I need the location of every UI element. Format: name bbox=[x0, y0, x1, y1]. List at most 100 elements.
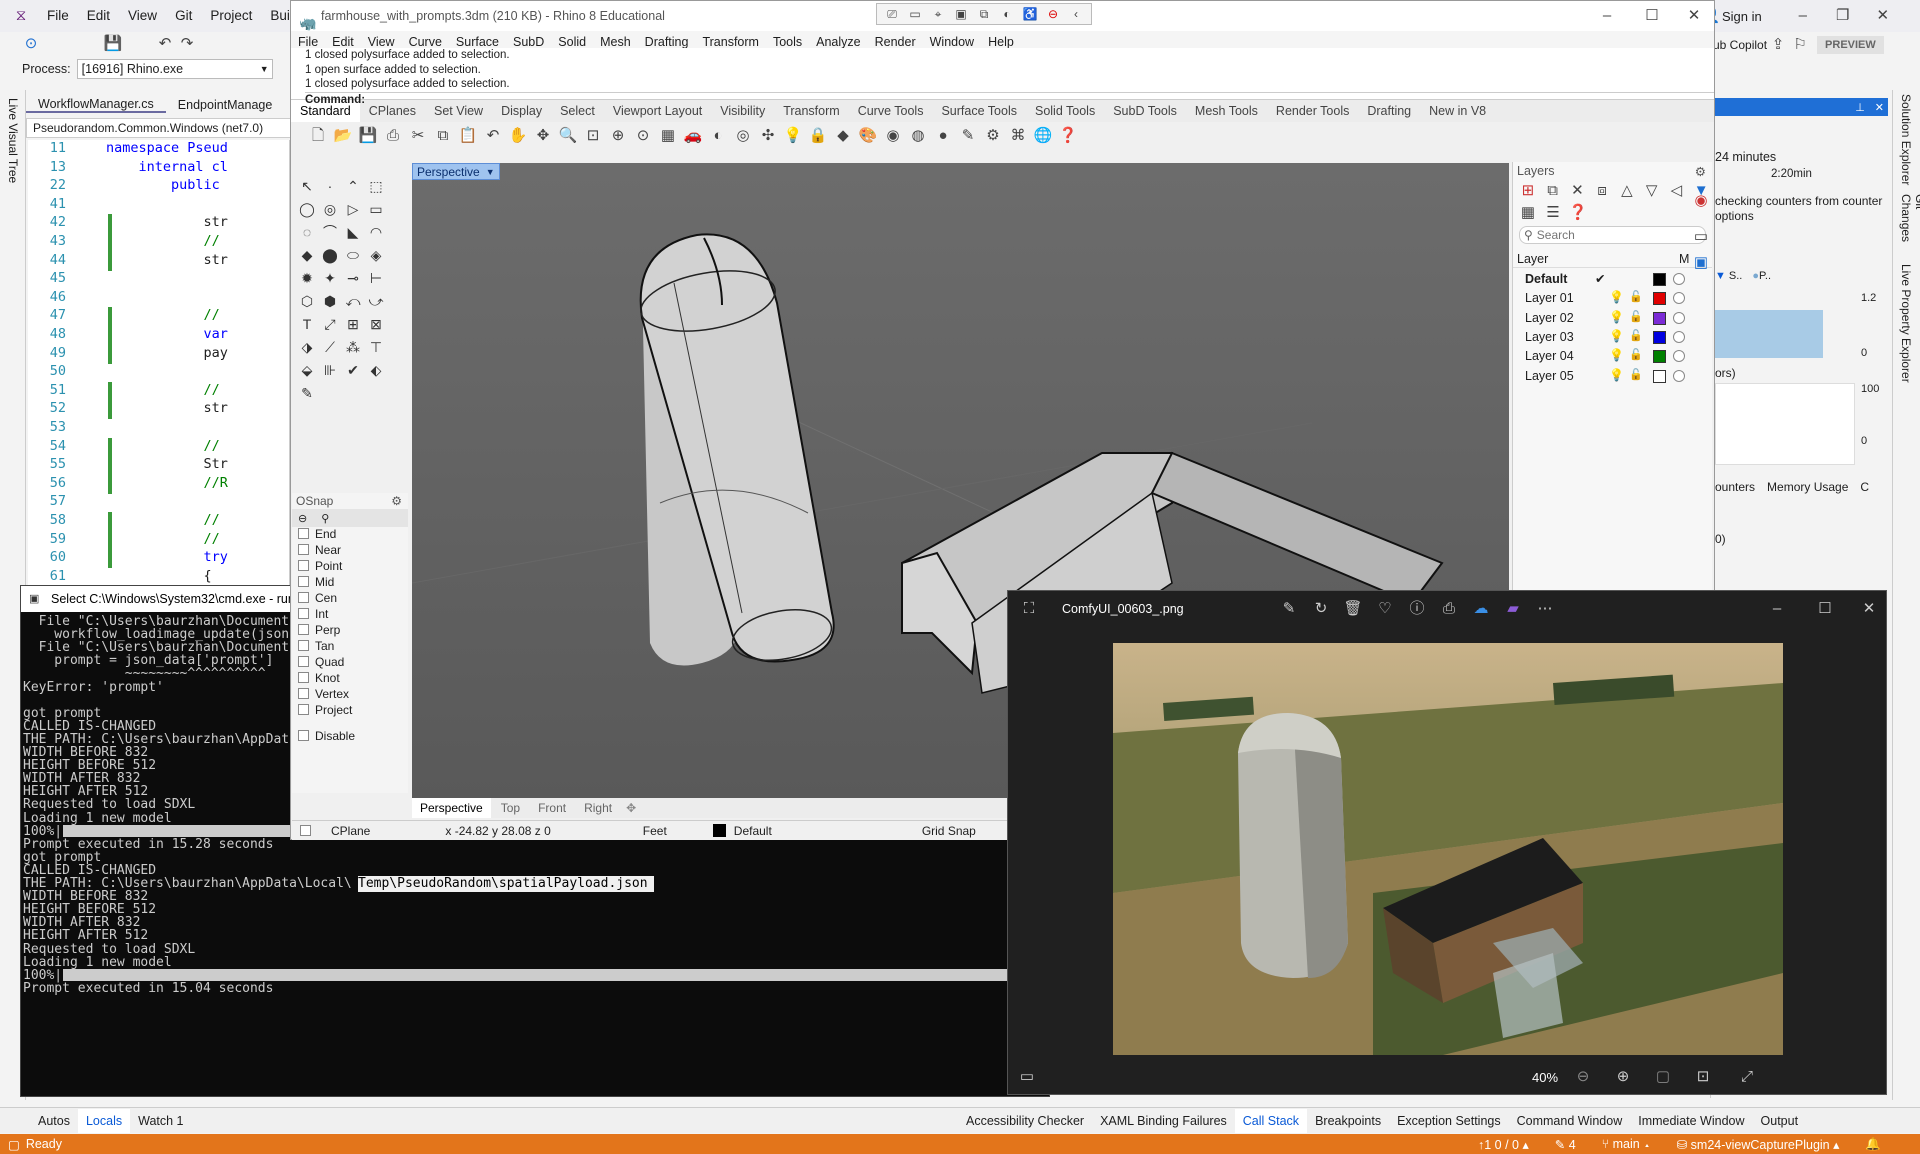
mirror-tool-icon[interactable]: ⬗ bbox=[296, 336, 318, 358]
sign-in-link[interactable]: Sign in bbox=[1722, 9, 1762, 24]
solid-tool-icon[interactable]: ◈ bbox=[365, 244, 387, 266]
info-icon[interactable]: ⓘ bbox=[1406, 598, 1428, 620]
photos-maximize-icon[interactable]: ☐ bbox=[1814, 598, 1836, 620]
process-select[interactable]: [16916] Rhino.exe ▼ bbox=[76, 59, 273, 79]
light-icon[interactable]: 💡 bbox=[782, 125, 804, 147]
live-property-explorer-tab[interactable]: Live Property Explorer bbox=[1899, 264, 1913, 383]
pencil-icon[interactable]: ✎ bbox=[957, 125, 979, 147]
favorite-icon[interactable]: ♡ bbox=[1374, 598, 1396, 620]
tab-exception-settings[interactable]: Exception Settings bbox=[1389, 1109, 1509, 1133]
checkbox[interactable] bbox=[298, 608, 309, 619]
code-line[interactable]: 52 str bbox=[24, 400, 228, 420]
lock-icon[interactable]: 🔓 bbox=[1629, 348, 1643, 361]
hide-icon[interactable]: ◎ bbox=[732, 125, 754, 147]
project-context-dropdown[interactable]: Pseudorandom.Common.Windows (net7.0) bbox=[33, 121, 263, 135]
script-icon[interactable]: ⌘ bbox=[1007, 125, 1029, 147]
move-parent-icon[interactable]: ◁ bbox=[1666, 180, 1688, 202]
material-circle-icon[interactable] bbox=[1673, 273, 1685, 285]
display-icon[interactable]: ▭ bbox=[1690, 226, 1712, 248]
help-icon[interactable]: ❓ bbox=[1057, 125, 1079, 147]
command-input[interactable] bbox=[365, 93, 1690, 107]
code-line[interactable]: 44 str bbox=[24, 251, 228, 271]
delete-icon[interactable]: 🗑 bbox=[1342, 598, 1364, 620]
material-circle-icon[interactable] bbox=[1673, 369, 1685, 382]
material-circle-icon[interactable] bbox=[1673, 330, 1685, 343]
copy-icon[interactable]: ⧉ bbox=[432, 125, 454, 147]
collapse-icon[interactable]: ‹ bbox=[1067, 3, 1085, 25]
code-line[interactable]: 56 //R bbox=[24, 474, 228, 494]
code-line[interactable]: 61 { bbox=[24, 568, 212, 587]
code-line[interactable]: 22 public bbox=[24, 177, 228, 196]
code-line[interactable]: 43 // bbox=[24, 233, 220, 252]
ellipse-tool-icon[interactable]: ◎ bbox=[319, 198, 341, 220]
new-file-icon[interactable]: 🗋 bbox=[307, 125, 329, 147]
undo-icon[interactable]: ↶ bbox=[154, 33, 176, 55]
code-editor[interactable]: 11 namespace Pseud 13 internal cl 22 public… bbox=[28, 140, 290, 590]
material-circle-icon[interactable] bbox=[1673, 311, 1685, 324]
osnap-vertex[interactable]: Vertex bbox=[298, 687, 349, 701]
audio-icon[interactable]: ◐ bbox=[998, 3, 1016, 25]
save-icon[interactable]: 💾 bbox=[102, 33, 124, 55]
fullscreen-icon[interactable]: ⤢ bbox=[1736, 1066, 1758, 1088]
checkbox[interactable] bbox=[298, 656, 309, 667]
polyline-tool-icon[interactable]: ⌃ bbox=[342, 175, 364, 197]
print-icon[interactable]: ⎙ bbox=[382, 125, 404, 147]
code-line[interactable]: 13 internal cl bbox=[24, 159, 228, 178]
osnap-end[interactable]: End bbox=[298, 527, 336, 541]
feedback-icon[interactable]: ⚐ bbox=[1789, 34, 1811, 56]
tab-cpu[interactable]: C bbox=[1860, 480, 1869, 494]
color-wheel-icon[interactable]: ◉ bbox=[1690, 190, 1712, 212]
lock-icon[interactable]: 🔓 bbox=[1629, 368, 1643, 381]
code-line[interactable]: 55 Str bbox=[24, 456, 228, 476]
rhino-minimize-icon[interactable]: – bbox=[1596, 5, 1618, 27]
code-line[interactable]: 60 try bbox=[24, 549, 228, 569]
add-view-icon[interactable]: ✥ bbox=[622, 801, 640, 815]
osnap-near[interactable]: Near bbox=[298, 543, 341, 557]
vs-menu-file[interactable]: File bbox=[38, 0, 78, 32]
layer-row[interactable]: Layer 03 💡 🔓 bbox=[1513, 328, 1703, 347]
edit-tool-icon[interactable]: ✎ bbox=[296, 382, 318, 404]
environment-icon[interactable]: ◉ bbox=[882, 125, 904, 147]
layer-row[interactable]: Layer 02 💡 🔓 bbox=[1513, 309, 1703, 328]
layer-row[interactable]: Layer 01 💡 🔓 bbox=[1513, 289, 1703, 308]
print-icon[interactable]: ⎙ bbox=[1438, 598, 1460, 620]
panel-close-icon[interactable]: ✕ bbox=[1875, 101, 1884, 114]
osnap-cen[interactable]: Cen bbox=[298, 591, 337, 605]
tab-accessibility-checker[interactable]: Accessibility Checker bbox=[958, 1109, 1092, 1133]
boolean-tool-icon[interactable]: ⬙ bbox=[296, 359, 318, 381]
split-tool-tool-icon[interactable]: ⊤ bbox=[365, 336, 387, 358]
code-line[interactable]: 59 // bbox=[24, 530, 220, 550]
osnap-filter-icon[interactable]: ⚲ bbox=[321, 512, 329, 525]
layer-search-input[interactable] bbox=[1536, 228, 1687, 242]
settings-icon[interactable]: ⚙ bbox=[982, 125, 1004, 147]
osnap-project[interactable]: Project bbox=[298, 703, 352, 717]
rhino-close-icon[interactable]: ✕ bbox=[1683, 5, 1705, 27]
tab-breakpoints[interactable]: Breakpoints bbox=[1307, 1109, 1389, 1133]
window-capture-icon[interactable]: ⧉ bbox=[975, 3, 993, 25]
rhino-maximize-icon[interactable]: ☐ bbox=[1641, 5, 1663, 27]
globe-icon[interactable]: 🌐 bbox=[1032, 125, 1054, 147]
clipchamp-icon[interactable]: ▰ bbox=[1502, 598, 1524, 620]
region-icon[interactable]: ▣ bbox=[952, 3, 970, 25]
lock-icon[interactable]: 🔒 bbox=[807, 125, 829, 147]
gallery-icon[interactable]: ⛶ bbox=[1018, 598, 1040, 620]
minimize-icon[interactable]: – bbox=[1792, 5, 1814, 27]
lock-icon[interactable]: 🔓 bbox=[1629, 290, 1643, 303]
color-wheel-icon[interactable]: 🎨 bbox=[857, 125, 879, 147]
circle-tool-icon[interactable]: ◯ bbox=[296, 198, 318, 220]
onedrive-icon[interactable]: ☁ bbox=[1470, 598, 1492, 620]
checkbox[interactable] bbox=[298, 576, 309, 587]
view-tab-top[interactable]: Top bbox=[493, 798, 528, 818]
vs-menu-project[interactable]: Project bbox=[201, 0, 261, 32]
back-icon[interactable]: ⊙ bbox=[20, 33, 42, 55]
copilot-label[interactable]: ub Copilot bbox=[1713, 38, 1767, 52]
view-panel-icon[interactable]: ▣ bbox=[1690, 252, 1712, 274]
osnap-int[interactable]: Int bbox=[298, 607, 328, 621]
code-line[interactable]: 42 str bbox=[24, 214, 228, 234]
rectangle-tool-icon[interactable]: ⬚ bbox=[365, 175, 387, 197]
zoom-selected-icon[interactable]: ⊙ bbox=[632, 125, 654, 147]
checkbox[interactable] bbox=[298, 528, 309, 539]
osnap-mid[interactable]: Mid bbox=[298, 575, 334, 589]
lightbulb-icon[interactable]: 💡 bbox=[1609, 310, 1624, 324]
checkbox[interactable] bbox=[298, 640, 309, 651]
